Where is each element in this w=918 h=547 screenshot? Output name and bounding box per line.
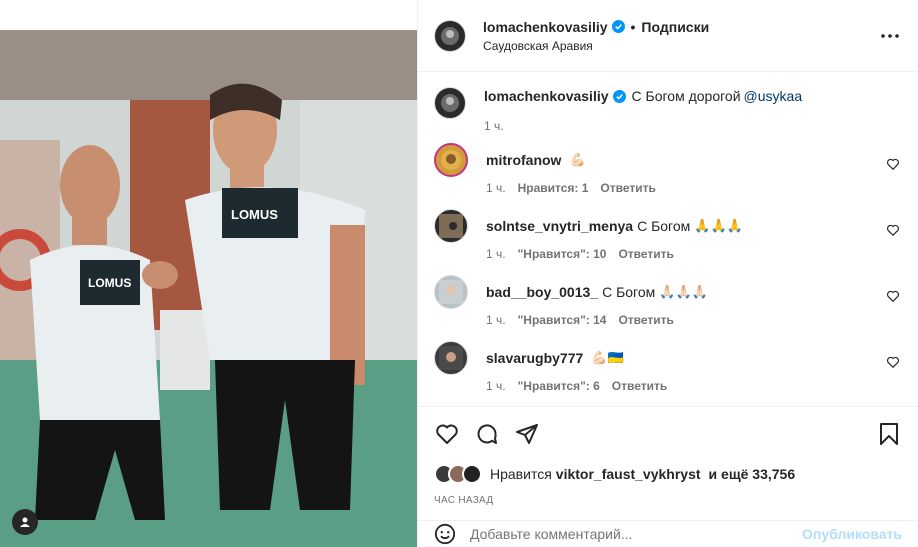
comment-likes[interactable]: "Нравится": 6 — [518, 379, 600, 393]
post-location[interactable]: Саудовская Аравия — [483, 39, 709, 53]
comment-meta: 1 ч. "Нравится": 10 Ответить — [486, 247, 902, 261]
likes-summary: Нравится viktor_faust_vykhryst и ещё 33,… — [434, 462, 799, 486]
comment-body: solntse_vnytri_menya С Богом 🙏🙏🙏 1 ч. "Н… — [486, 209, 902, 271]
comment-username[interactable]: solntse_vnytri_menya — [486, 217, 633, 235]
post-dialog: LOMUS LOMUS lomachenkovasiliy • Подписки… — [0, 0, 918, 547]
comment-avatar[interactable] — [434, 275, 468, 309]
photo-boxers: LOMUS LOMUS — [0, 30, 417, 547]
author-avatar[interactable] — [434, 19, 466, 52]
svg-text:LOMUS: LOMUS — [231, 207, 278, 222]
svg-text:LOMUS: LOMUS — [88, 276, 131, 290]
comment-emoji: 🙏🏻🙏🏻🙏🏻 — [659, 284, 708, 299]
comment-meta: 1 ч. "Нравится": 6 Ответить — [486, 379, 902, 393]
comment-time[interactable]: 1 ч. — [486, 181, 506, 195]
comment-body: mitrofanow 💪🏻 1 ч. Нравится: 1 Ответить — [486, 143, 902, 205]
like-button[interactable] — [434, 421, 460, 447]
comment-text: С Богом — [637, 218, 691, 234]
comment-item: solntse_vnytri_menya С Богом 🙏🙏🙏 1 ч. "Н… — [434, 205, 902, 271]
comment-body: bad__boy_0013_ С Богом 🙏🏻🙏🏻🙏🏻 1 ч. "Нрав… — [486, 275, 902, 337]
comment-heart-icon[interactable] — [886, 223, 900, 237]
comment-item: mitrofanow 💪🏻 1 ч. Нравится: 1 Ответить — [434, 139, 902, 205]
caption-time[interactable]: 1 ч. — [484, 119, 504, 133]
comment-time[interactable]: 1 ч. — [486, 313, 506, 327]
comment-avatar[interactable] — [434, 209, 468, 243]
liker-avatars[interactable] — [434, 464, 482, 484]
share-button[interactable] — [514, 421, 540, 447]
comment-avatar[interactable] — [434, 341, 468, 375]
comment-item: slavarugby777 💪🏻🇺🇦 1 ч. "Нравится": 6 От… — [434, 337, 902, 403]
image-top-margin — [0, 0, 417, 30]
comment-line: bad__boy_0013_ С Богом 🙏🏻🙏🏻🙏🏻 — [486, 283, 902, 301]
header-line: lomachenkovasiliy • Подписки — [483, 19, 709, 35]
comment-likes[interactable]: "Нравится": 14 — [518, 313, 607, 327]
comment-line: slavarugby777 💪🏻🇺🇦 — [486, 349, 902, 367]
comment-heart-icon[interactable] — [886, 355, 900, 369]
caption-avatar[interactable] — [434, 87, 466, 119]
comment-username[interactable]: slavarugby777 — [486, 349, 583, 367]
reply-button[interactable]: Ответить — [618, 247, 673, 261]
post-time[interactable]: ЧАС НАЗАД — [434, 495, 493, 506]
verified-icon — [611, 20, 625, 33]
action-bar — [418, 408, 918, 460]
separator-dot: • — [630, 18, 636, 35]
liker-avatar — [462, 464, 482, 484]
more-icon[interactable] — [880, 26, 900, 46]
add-comment-bar: Опубликовать — [418, 520, 918, 547]
user-tag-icon[interactable] — [12, 509, 38, 535]
reply-button[interactable]: Ответить — [612, 379, 667, 393]
caption-text: С Богом дорогой — [631, 88, 741, 104]
comment-body: slavarugby777 💪🏻🇺🇦 1 ч. "Нравится": 6 От… — [486, 341, 902, 403]
comment-heart-icon[interactable] — [886, 157, 900, 171]
likes-user[interactable]: viktor_faust_vykhryst — [556, 466, 701, 482]
comment-icon — [477, 424, 497, 444]
share-icon — [516, 424, 538, 444]
reply-button[interactable]: Ответить — [618, 313, 673, 327]
caption-line: lomachenkovasiliy С Богом дорогой @usyka… — [484, 87, 902, 105]
comment-likes[interactable]: "Нравится": 10 — [518, 247, 607, 261]
comment-text: С Богом — [602, 284, 656, 300]
post-header: lomachenkovasiliy • Подписки Саудовская … — [418, 0, 918, 72]
caption-username[interactable]: lomachenkovasiliy — [484, 87, 609, 105]
post-caption: lomachenkovasiliy С Богом дорогой @usyka… — [434, 73, 902, 139]
comment-heart-icon[interactable] — [886, 289, 900, 303]
reply-button[interactable]: Ответить — [600, 181, 655, 195]
comment-username[interactable]: bad__boy_0013_ — [486, 283, 598, 301]
comment-emoji: 💪🏻🇺🇦 — [591, 350, 624, 365]
comment-line: solntse_vnytri_menya С Богом 🙏🙏🙏 — [486, 217, 902, 235]
caption-meta: 1 ч. — [484, 119, 902, 133]
comment-likes[interactable]: Нравится: 1 — [518, 181, 589, 195]
comment-time[interactable]: 1 ч. — [486, 247, 506, 261]
header-text: lomachenkovasiliy • Подписки Саудовская … — [483, 19, 709, 53]
comment-username[interactable]: mitrofanow — [486, 151, 561, 169]
post-image[interactable]: LOMUS LOMUS — [0, 0, 417, 547]
comment-meta: 1 ч. Нравится: 1 Ответить — [486, 181, 902, 195]
comment-emoji: 💪🏻 — [569, 152, 586, 167]
likes-count[interactable]: и ещё 33,756 — [709, 466, 796, 482]
comment-line: mitrofanow 💪🏻 — [486, 151, 902, 169]
caption-mention[interactable]: @usykaa — [744, 87, 803, 105]
comment-input[interactable] — [470, 526, 803, 542]
comment-item: bad__boy_0013_ С Богом 🙏🏻🙏🏻🙏🏻 1 ч. "Нрав… — [434, 271, 902, 337]
verified-icon — [612, 89, 626, 103]
following-button[interactable]: Подписки — [641, 19, 709, 35]
comment-meta: 1 ч. "Нравится": 14 Ответить — [486, 313, 902, 327]
comment-emoji: 🙏🙏🙏 — [694, 218, 743, 233]
comments-list[interactable]: lomachenkovasiliy С Богом дорогой @usyka… — [418, 73, 918, 407]
post-panel: lomachenkovasiliy • Подписки Саудовская … — [417, 0, 918, 547]
save-button[interactable] — [876, 421, 902, 447]
author-username[interactable]: lomachenkovasiliy — [483, 19, 608, 35]
comment-button[interactable] — [474, 421, 500, 447]
emoji-icon[interactable] — [434, 523, 456, 545]
heart-icon — [436, 424, 458, 444]
likes-prefix: Нравится — [490, 466, 552, 482]
comment-time[interactable]: 1 ч. — [486, 379, 506, 393]
comment-avatar[interactable] — [434, 143, 468, 177]
bookmark-icon — [880, 423, 898, 445]
caption-body: lomachenkovasiliy С Богом дорогой @usyka… — [484, 87, 902, 139]
publish-button[interactable]: Опубликовать — [802, 526, 902, 542]
